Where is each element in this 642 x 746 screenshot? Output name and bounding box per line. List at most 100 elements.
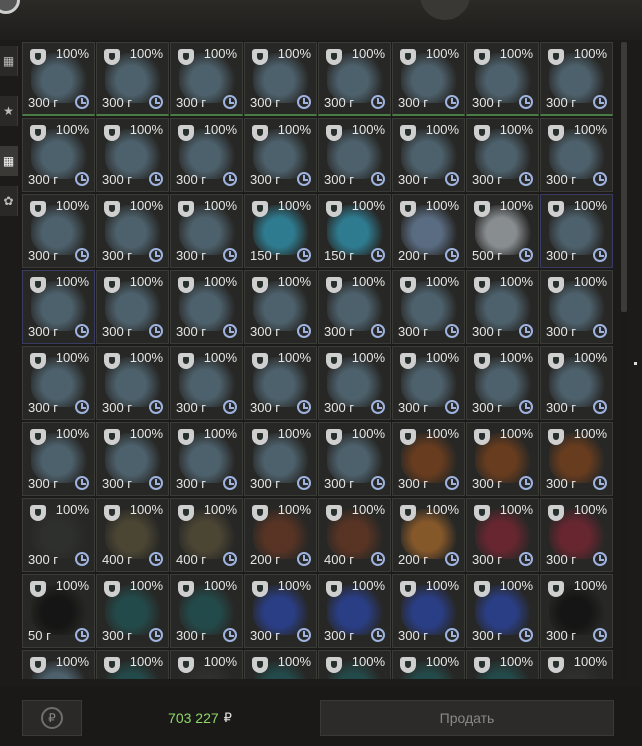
inventory-item[interactable]: 100%300 г <box>318 42 391 116</box>
scrollbar-thumb[interactable] <box>621 42 627 312</box>
inventory-item[interactable]: 100%300 г <box>540 346 613 420</box>
inventory-item[interactable]: 100%300 г <box>244 574 317 648</box>
inventory-item[interactable]: 100%300 г <box>170 574 243 648</box>
inventory-item[interactable]: 100%300 г <box>244 118 317 192</box>
inventory-item[interactable]: 100%300 г <box>96 422 169 496</box>
inventory-item[interactable]: 100%300 г <box>318 118 391 192</box>
shield-icon <box>474 277 490 293</box>
durability-label: 100% <box>203 654 237 669</box>
inventory-item[interactable]: 100% 400 г <box>170 498 243 572</box>
inventory-item[interactable]: 100%300 г <box>22 422 95 496</box>
inventory-item[interactable]: 100%300 г <box>170 650 243 679</box>
inventory-item[interactable]: 100%300 г <box>22 42 95 116</box>
inventory-item[interactable]: 100%300 г <box>96 650 169 679</box>
weight-label: 50 г <box>28 628 51 643</box>
inventory-item[interactable]: 100%300 г <box>22 118 95 192</box>
inventory-item[interactable]: 100%300 г <box>540 498 613 572</box>
inventory-item[interactable]: 100%300 г <box>392 270 465 344</box>
inventory-item[interactable]: 100%300 г <box>22 650 95 679</box>
inventory-item[interactable]: 100%300 г <box>392 574 465 648</box>
inventory-item[interactable]: 100%300 г <box>170 42 243 116</box>
inventory-item[interactable]: 100%300 г <box>96 118 169 192</box>
durability-label: 100% <box>55 502 89 517</box>
inventory-item[interactable]: 100%300 г <box>318 650 391 679</box>
inventory-item[interactable]: 100%300 г <box>96 270 169 344</box>
inventory-item[interactable]: 100%300 г <box>170 422 243 496</box>
inventory-item[interactable]: 100%300 г <box>22 270 95 344</box>
inventory-item[interactable]: 100% 150 г <box>318 194 391 268</box>
inventory-item[interactable]: 100%300 г <box>392 118 465 192</box>
inventory-item[interactable]: 100% 150 г <box>244 194 317 268</box>
shield-icon <box>548 581 564 597</box>
inventory-item[interactable]: 100%300 г <box>540 42 613 116</box>
inventory-item[interactable]: 100%300 г <box>466 346 539 420</box>
refresh-button[interactable]: ₽ <box>22 700 82 736</box>
inventory-item[interactable]: 100%300 г <box>392 42 465 116</box>
shield-icon <box>252 277 268 293</box>
inventory-item[interactable]: 100%300 г <box>540 194 613 268</box>
inventory-item[interactable]: 100%300 г <box>22 346 95 420</box>
refresh-ruble-icon: ₽ <box>41 707 63 729</box>
inventory-item[interactable]: 100% 400 г <box>96 498 169 572</box>
inventory-item[interactable]: 100%300 г <box>170 194 243 268</box>
inventory-item[interactable]: 100%300 г <box>22 194 95 268</box>
durability-label: 100% <box>351 350 385 365</box>
inventory-item[interactable]: 100%300 г <box>170 118 243 192</box>
grid-large-icon[interactable]: ▦ <box>0 146 18 176</box>
inventory-item[interactable]: 100%300 г <box>466 498 539 572</box>
inventory-item[interactable]: 100%300 г <box>466 42 539 116</box>
inventory-item[interactable]: 100%300 г <box>244 422 317 496</box>
durability-label: 100% <box>55 198 89 213</box>
inventory-item[interactable]: 100%300 г <box>318 346 391 420</box>
inventory-item[interactable]: 100%300 г <box>22 498 95 572</box>
inventory-item[interactable]: 100%300 г <box>96 42 169 116</box>
inventory-item[interactable]: 100%300 г <box>244 346 317 420</box>
inventory-item[interactable]: 100%300 г <box>540 118 613 192</box>
inventory-item[interactable]: 100%300 г <box>540 422 613 496</box>
inventory-item[interactable]: 100%300 г <box>244 42 317 116</box>
inventory-item[interactable]: 100%300 г <box>318 574 391 648</box>
inventory-item[interactable]: 100%300 г <box>466 422 539 496</box>
durability-label: 100% <box>425 122 459 137</box>
inventory-item[interactable]: 100% 200 г <box>244 498 317 572</box>
clock-icon <box>297 628 311 642</box>
grid-small-icon[interactable]: ▦ <box>0 46 18 76</box>
inventory-item[interactable]: 100%300 г <box>96 346 169 420</box>
inventory-item[interactable]: 100%300 г <box>244 650 317 679</box>
inventory-item[interactable]: 100%300 г <box>540 270 613 344</box>
inventory-item[interactable]: 100%300 г <box>244 270 317 344</box>
sell-button[interactable]: Продать <box>320 700 614 736</box>
inventory-item[interactable]: 100%300 г <box>466 118 539 192</box>
inventory-item[interactable]: 100%300 г <box>170 270 243 344</box>
shield-icon <box>178 125 194 141</box>
inventory-item[interactable]: 100%300 г <box>392 422 465 496</box>
star-glyph: ★ <box>3 104 14 118</box>
shield-icon <box>252 49 268 65</box>
inventory-item[interactable]: 100% 400 г <box>318 498 391 572</box>
durability-label: 100% <box>129 274 163 289</box>
inventory-item[interactable]: 100% 50 г <box>22 574 95 648</box>
inventory-item[interactable]: 100%300 г <box>392 346 465 420</box>
inventory-item[interactable]: 100%300 г <box>466 270 539 344</box>
artifact-icon[interactable]: ✿ <box>0 186 18 216</box>
inventory-item[interactable]: 100%300 г <box>170 346 243 420</box>
inventory-item[interactable]: 100%300 г <box>392 650 465 679</box>
inventory-item[interactable]: 100% 200 г <box>392 498 465 572</box>
inventory-scrollbar[interactable] <box>620 42 628 679</box>
clock-icon <box>371 95 385 109</box>
inventory-item[interactable]: 100% 500 г <box>466 194 539 268</box>
inventory-item[interactable]: 100%300 г <box>318 422 391 496</box>
weight-label: 300 г <box>28 324 59 339</box>
inventory-item[interactable]: 100%300 г <box>318 270 391 344</box>
shield-icon <box>548 429 564 445</box>
inventory-item[interactable]: 100%300 г <box>466 574 539 648</box>
inventory-item[interactable]: 100%300 г <box>466 650 539 679</box>
inventory-item[interactable]: 100%300 г <box>96 194 169 268</box>
inventory-item[interactable]: 100% 200 г <box>392 194 465 268</box>
inventory-item[interactable]: 100%300 г <box>540 650 613 679</box>
inventory-item[interactable]: 100%300 г <box>96 574 169 648</box>
inventory-item[interactable]: 100%300 г <box>540 574 613 648</box>
artifact-glyph: ✿ <box>3 194 14 208</box>
shield-icon <box>400 505 416 521</box>
star-icon[interactable]: ★ <box>0 96 18 126</box>
